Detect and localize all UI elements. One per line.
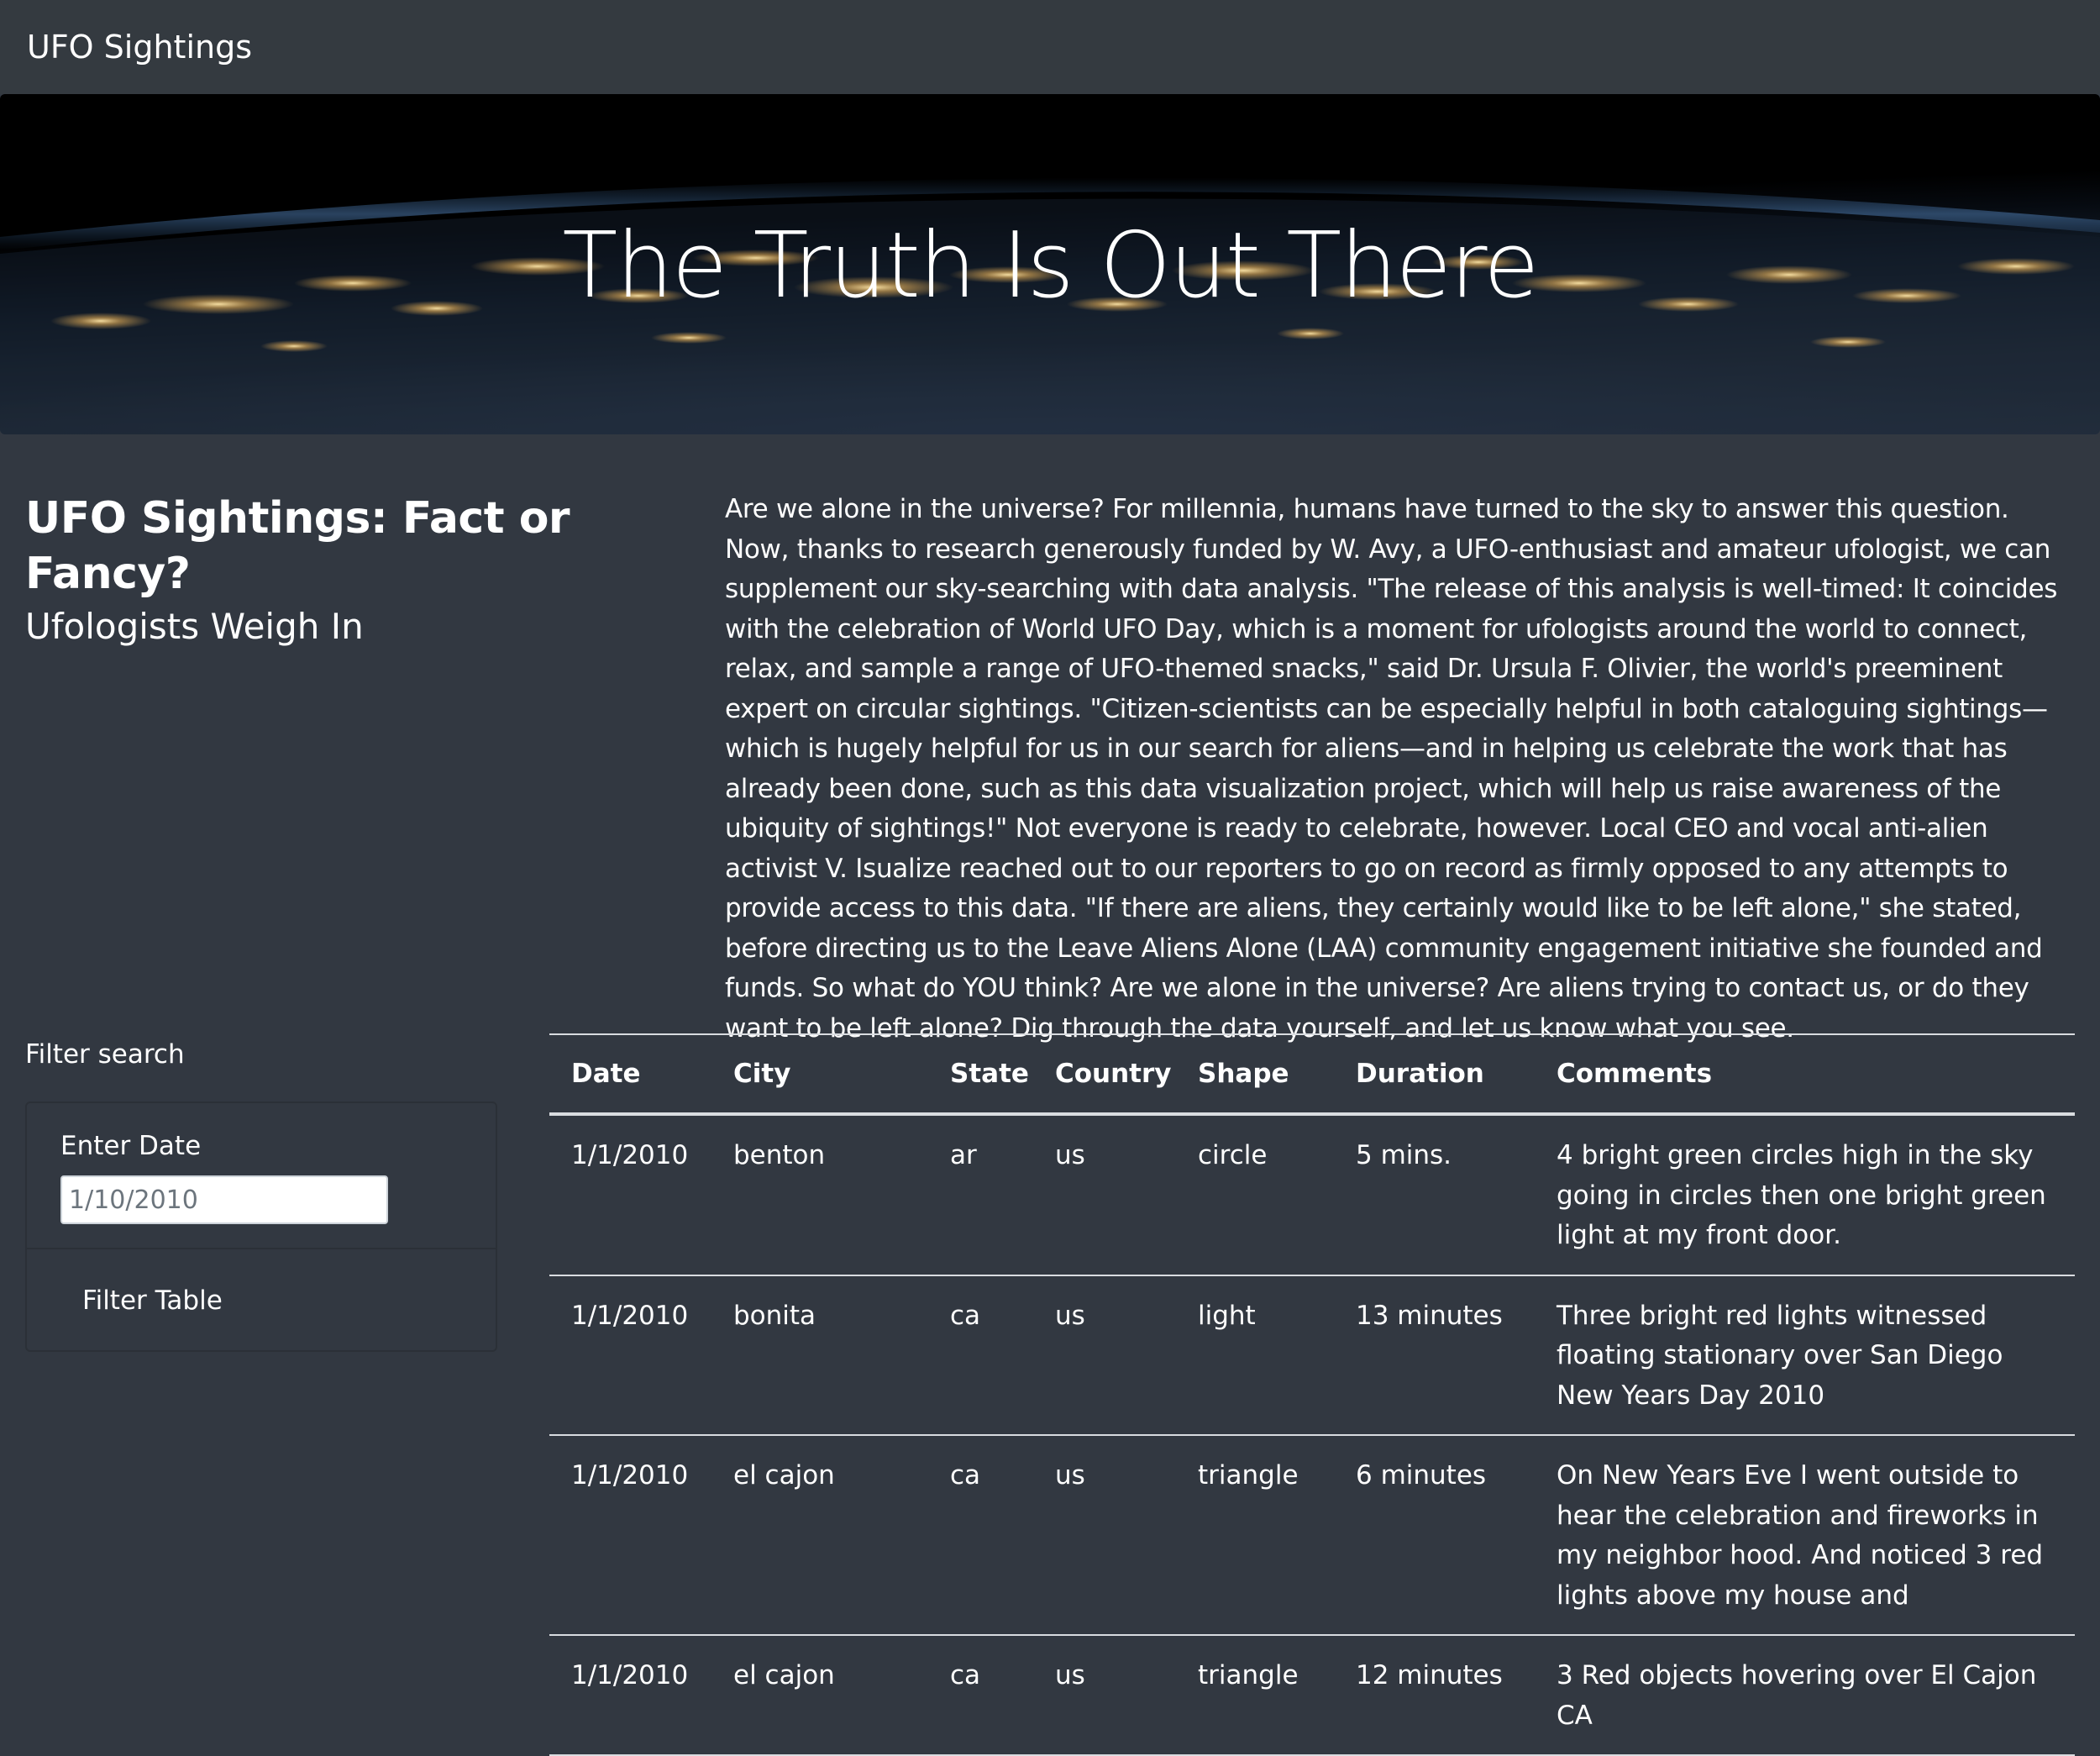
cell-state: ca [928, 1435, 1033, 1636]
filter-search-heading: Filter search [25, 1039, 185, 1070]
navbar: UFO Sightings [0, 0, 2100, 94]
table-row: 1/1/2010 benton ar us circle 5 mins. 4 b… [549, 1114, 2075, 1276]
cell-duration: 12 minutes [1334, 1635, 1535, 1756]
navbar-brand-link[interactable]: UFO Sightings [27, 24, 252, 71]
page-title: UFO Sightings: Fact or Fancy? [25, 493, 570, 599]
cell-shape: triangle [1176, 1435, 1334, 1636]
hero-banner: The Truth Is Out There [0, 94, 2100, 434]
cell-comments: 4 bright green circles high in the sky g… [1535, 1114, 2075, 1276]
filter-table-button[interactable]: Filter Table [82, 1281, 223, 1320]
column-header-comments: Comments [1535, 1033, 2075, 1116]
column-header-country: Country [1033, 1033, 1176, 1116]
cell-state: ca [928, 1275, 1033, 1436]
cell-duration: 13 minutes [1334, 1275, 1535, 1436]
cell-shape: circle [1176, 1114, 1334, 1276]
cell-shape: light [1176, 1275, 1334, 1436]
hero-title: The Truth Is Out There [562, 213, 1539, 318]
cell-country: us [1033, 1275, 1176, 1436]
page-subtitle: Ufologists Weigh In [25, 606, 364, 647]
date-field-label: Enter Date [60, 1131, 202, 1161]
cell-date: 1/1/2010 [549, 1635, 711, 1756]
cell-comments: Three bright red lights witnessed floati… [1535, 1275, 2075, 1436]
article-paragraph: Are we alone in the universe? For millen… [725, 494, 2058, 1044]
cell-country: us [1033, 1435, 1176, 1636]
table-row: 1/1/2010 el cajon ca us triangle 6 minut… [549, 1435, 2075, 1636]
table-row: 1/1/2010 el cajon ca us triangle 12 minu… [549, 1635, 2075, 1756]
cell-duration: 6 minutes [1334, 1435, 1535, 1636]
date-input[interactable] [60, 1175, 388, 1224]
cell-comments: 3 Red objects hovering over El Cajon CA [1535, 1635, 2075, 1756]
intro-heading: UFO Sightings: Fact or Fancy? Ufologists… [25, 491, 680, 652]
filter-panel: Enter Date Filter Table [25, 1101, 497, 1352]
cell-state: ar [928, 1114, 1033, 1276]
cell-shape: triangle [1176, 1635, 1334, 1756]
cell-country: us [1033, 1635, 1176, 1756]
cell-date: 1/1/2010 [549, 1114, 711, 1276]
cell-city: el cajon [711, 1435, 928, 1636]
column-header-date: Date [549, 1033, 711, 1116]
column-header-city: City [711, 1033, 928, 1116]
table-row: 1/1/2010 bonita ca us light 13 minutes T… [549, 1275, 2075, 1436]
cell-date: 1/1/2010 [549, 1275, 711, 1436]
column-header-duration: Duration [1334, 1033, 1535, 1116]
cell-city: bonita [711, 1275, 928, 1436]
table-header-row: Date City State Country Shape Duration C… [549, 1033, 2075, 1116]
cell-state: ca [928, 1635, 1033, 1756]
cell-comments: On New Years Eve I went outside to hear … [1535, 1435, 2075, 1636]
cell-duration: 5 mins. [1334, 1114, 1535, 1276]
cell-date: 1/1/2010 [549, 1435, 711, 1636]
cell-city: el cajon [711, 1635, 928, 1756]
cell-city: benton [711, 1114, 928, 1276]
column-header-shape: Shape [1176, 1033, 1334, 1116]
column-header-state: State [928, 1033, 1033, 1116]
cell-country: us [1033, 1114, 1176, 1276]
filter-date-row: Enter Date [27, 1103, 496, 1249]
sightings-table: Date City State Country Shape Duration C… [549, 1033, 2075, 1756]
